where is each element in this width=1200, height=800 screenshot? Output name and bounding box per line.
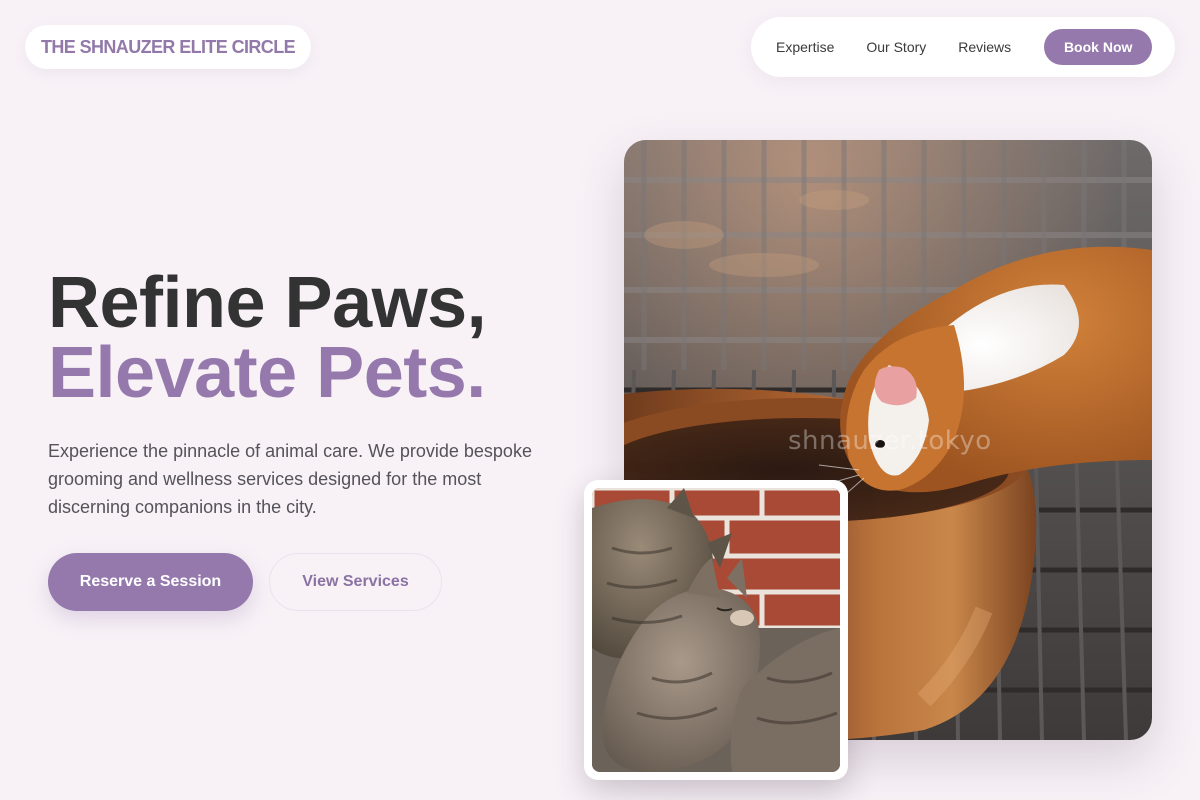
book-now-button[interactable]: Book Now <box>1044 29 1153 65</box>
hero-title-line1: Refine Paws, <box>48 263 487 343</box>
cats-photo <box>592 488 840 772</box>
view-services-button[interactable]: View Services <box>269 553 442 611</box>
brand-logo[interactable]: THE SHNAUZER ELITE CIRCLE <box>25 25 312 69</box>
cats-photo-frame <box>584 480 848 780</box>
nav-link-our-story[interactable]: Our Story <box>866 39 926 55</box>
hero-title-line2: Elevate Pets. <box>48 333 486 413</box>
hero-description: Experience the pinnacle of animal care. … <box>48 441 532 517</box>
brand-logo-text: THE SHNAUZER ELITE CIRCLE <box>41 36 296 57</box>
nav-link-reviews[interactable]: Reviews <box>958 39 1011 55</box>
reserve-session-button[interactable]: Reserve a Session <box>48 553 253 611</box>
photo-watermark: shnauzer.tokyo <box>788 426 992 456</box>
landing-page: THE SHNAUZER ELITE CIRCLE Expertise Our … <box>0 0 1200 800</box>
main-nav: Expertise Our Story Reviews Book Now <box>751 17 1175 77</box>
cats-illustration <box>592 488 840 772</box>
hero-title: Refine Paws, Elevate Pets. <box>48 263 487 413</box>
nav-link-expertise[interactable]: Expertise <box>776 39 834 55</box>
